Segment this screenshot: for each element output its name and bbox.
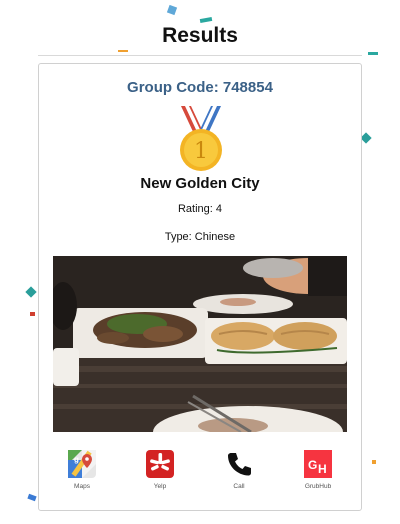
title-divider (38, 55, 362, 56)
confetti-piece (30, 312, 35, 316)
confetti-piece (368, 52, 378, 55)
restaurant-type: Type: Chinese (164, 231, 236, 243)
group-code: Group Code: 748854 (127, 79, 273, 96)
confetti-piece (27, 493, 37, 502)
food-photo (53, 256, 347, 432)
maps-button[interactable]: g Maps (57, 450, 107, 500)
result-card: Group Code: 748854 1 New Golden City Rat… (38, 63, 362, 511)
first-place-medal-icon: 1 (180, 106, 222, 171)
confetti-piece (372, 460, 376, 464)
restaurant-name: New Golden City (140, 175, 260, 192)
yelp-icon (146, 450, 174, 478)
yelp-label: Yelp (153, 483, 167, 490)
grubhub-button[interactable]: G H GrubHub (293, 450, 343, 500)
svg-text:g: g (74, 455, 79, 464)
confetti-piece (118, 50, 128, 52)
confetti-piece (25, 286, 37, 298)
phone-icon (228, 453, 251, 476)
call-label: Call (233, 483, 245, 490)
svg-text:1: 1 (194, 139, 208, 164)
svg-text:G: G (308, 458, 317, 472)
action-bar: g Maps Yelp Call G H GrubHub (39, 450, 361, 500)
restaurant-rating: Rating: 4 (177, 203, 223, 215)
call-button[interactable]: Call (214, 450, 264, 500)
svg-text:H: H (318, 462, 327, 476)
maps-label: Maps (74, 483, 90, 490)
page-title: Results (162, 24, 238, 47)
confetti-piece (166, 4, 178, 16)
google-maps-icon: g (68, 450, 96, 478)
results-page: Results Group Code: 748854 1 New Golden … (0, 0, 400, 524)
grubhub-icon: G H (304, 450, 332, 478)
confetti-piece (360, 132, 372, 144)
grubhub-label: GrubHub (304, 483, 332, 490)
confetti-piece (199, 16, 213, 24)
yelp-button[interactable]: Yelp (135, 450, 185, 500)
